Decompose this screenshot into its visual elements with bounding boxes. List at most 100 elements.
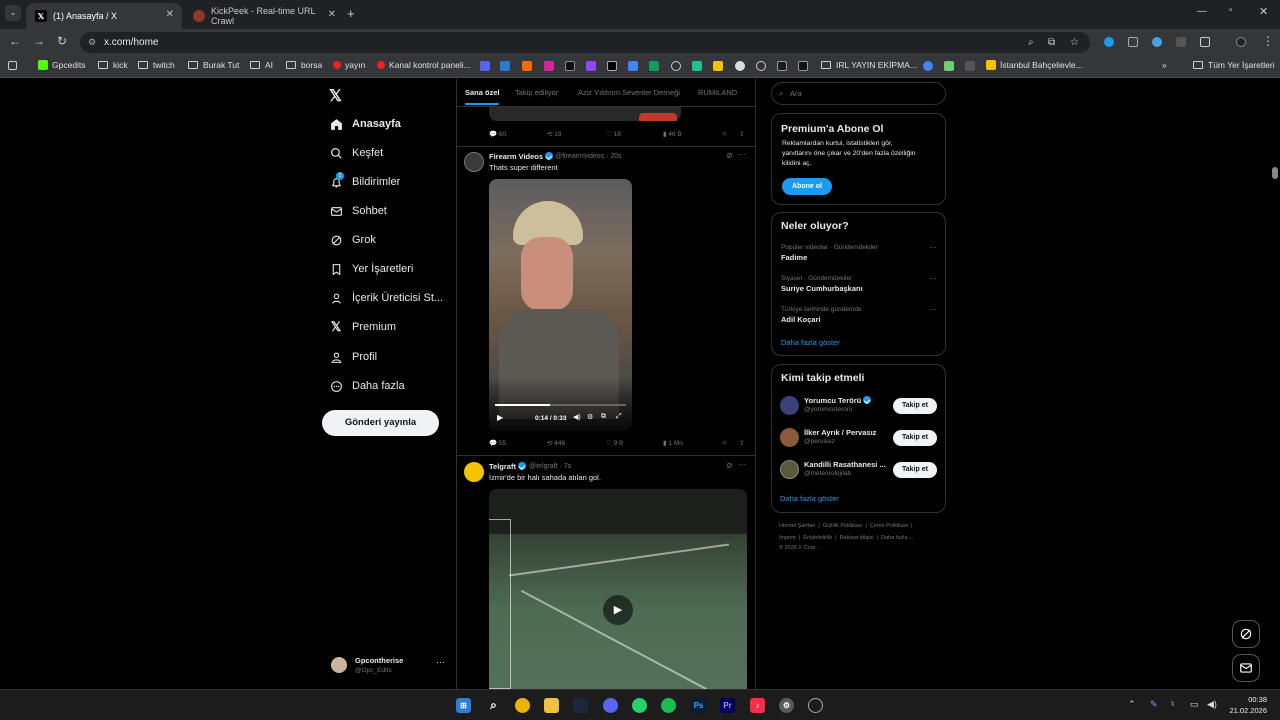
window-close-button[interactable]: ✕ bbox=[1259, 5, 1268, 18]
x-logo-icon[interactable]: 𝕏 bbox=[329, 86, 342, 106]
bookmark-icon[interactable] bbox=[500, 61, 510, 71]
bookmark-icon[interactable] bbox=[692, 61, 702, 71]
more-dots-icon[interactable]: ··· bbox=[929, 274, 937, 283]
file-explorer-icon[interactable] bbox=[544, 698, 559, 713]
nav-home[interactable]: Anasayfa bbox=[329, 114, 401, 134]
close-icon[interactable]: ✕ bbox=[328, 9, 336, 20]
settings-icon[interactable]: ⚙ bbox=[779, 698, 794, 713]
grok-analyze-icon[interactable]: ⊘ bbox=[726, 151, 733, 160]
footer-link[interactable]: Imprint | Erişilebilirlik | Reklam bilgi… bbox=[779, 535, 914, 541]
bookmark-kanal-kontrol[interactable]: Kanal kontrol paneli... bbox=[377, 60, 471, 70]
nav-more[interactable]: Daha fazla bbox=[329, 376, 405, 396]
site-info-icon[interactable]: ⚙ bbox=[88, 32, 96, 53]
minimize-button[interactable]: — bbox=[1197, 6, 1207, 17]
chatgpt-icon[interactable] bbox=[735, 61, 745, 71]
spotify-icon[interactable] bbox=[661, 698, 676, 713]
microphone-icon[interactable]: ♮ bbox=[1171, 699, 1174, 710]
follow-button[interactable]: Takip et bbox=[893, 462, 937, 478]
repost-action[interactable]: ⟲ 446 bbox=[547, 439, 565, 447]
repost-action[interactable]: ⟲ 19 bbox=[547, 130, 562, 138]
tray-chevron-icon[interactable]: ⌃ bbox=[1128, 699, 1136, 710]
bookmark-kick[interactable]: kick bbox=[98, 60, 128, 70]
bookmark-icon[interactable] bbox=[944, 61, 954, 71]
extension-icon[interactable] bbox=[1152, 37, 1162, 47]
bookmark-ai[interactable]: AI bbox=[250, 60, 273, 70]
extension-icon[interactable] bbox=[1176, 37, 1186, 47]
photoshop-icon[interactable]: Ps bbox=[691, 698, 706, 713]
tab-following[interactable]: Takip ediliyor bbox=[515, 88, 558, 97]
apps-grid-icon[interactable] bbox=[8, 61, 17, 70]
post-button[interactable]: Gönderi yayınla bbox=[322, 410, 439, 436]
tab-community-aziz[interactable]: Aziz Yıldırım Sevenler Derneği bbox=[578, 88, 680, 97]
twitch-icon[interactable] bbox=[586, 61, 596, 71]
post-video[interactable]: ▶ 0:14 / 0:33 ◀) ⚙ ⧉ ⤢ bbox=[489, 179, 632, 431]
video-progress[interactable] bbox=[495, 404, 626, 406]
install-icon[interactable]: ⧉ bbox=[1048, 32, 1055, 53]
tab-x-home[interactable]: 𝕏 (1) Anasayfa / X ✕ bbox=[26, 3, 182, 29]
share-icon[interactable]: ⇪ bbox=[739, 439, 744, 447]
views-action[interactable]: ▮ 1 Mn bbox=[663, 439, 683, 447]
volume-icon[interactable]: ◀) bbox=[1207, 699, 1217, 710]
all-bookmarks[interactable]: Tüm Yer İşaretleri bbox=[1193, 60, 1275, 70]
clock[interactable]: 00:38 21.02.2026 bbox=[1229, 695, 1267, 715]
steam-icon[interactable] bbox=[573, 698, 588, 713]
zoom-icon[interactable]: ⌕ bbox=[1028, 32, 1034, 53]
post-more-dots-icon[interactable]: ··· bbox=[738, 150, 746, 159]
search-input[interactable]: ⌕ Ara bbox=[771, 82, 946, 105]
reload-icon[interactable]: ↻ bbox=[57, 34, 67, 48]
new-tab-button[interactable]: + bbox=[347, 6, 355, 21]
reply-action[interactable]: 💬 55 bbox=[489, 439, 506, 447]
bookmark-borsa[interactable]: borsa bbox=[286, 60, 322, 70]
gemini-icon[interactable] bbox=[923, 61, 933, 71]
bookmark-icon[interactable] bbox=[798, 61, 808, 71]
menu-dots-icon[interactable]: ⋮ bbox=[1262, 34, 1274, 48]
docs-icon[interactable] bbox=[628, 61, 638, 71]
close-icon[interactable]: ✕ bbox=[166, 9, 174, 20]
star-icon[interactable]: ☆ bbox=[1070, 32, 1079, 53]
x-logo-icon[interactable] bbox=[607, 61, 617, 71]
chrome-icon[interactable] bbox=[515, 698, 530, 713]
footer-link[interactable]: Hizmet Şartları | Gizlilik Politikası | … bbox=[779, 523, 913, 529]
grok-analyze-icon[interactable]: ⊘ bbox=[726, 461, 733, 470]
more-dots-icon[interactable]: ··· bbox=[929, 305, 937, 314]
post-more-dots-icon[interactable]: ··· bbox=[738, 460, 746, 469]
more-dots-icon[interactable]: ··· bbox=[929, 243, 937, 252]
settings-icon[interactable]: ⚙ bbox=[587, 413, 593, 421]
tab-for-you[interactable]: Sana özel bbox=[465, 88, 500, 97]
fullscreen-icon[interactable]: ⤢ bbox=[616, 413, 622, 421]
subscribe-button[interactable]: Abone ol bbox=[782, 178, 832, 195]
nav-explore[interactable]: Keşfet bbox=[329, 143, 383, 163]
bookmark-icon[interactable] bbox=[713, 61, 723, 71]
sheets-icon[interactable] bbox=[649, 61, 659, 71]
bookmark-action-icon[interactable]: ⌑ bbox=[723, 130, 726, 138]
post-video[interactable]: ▶ bbox=[489, 489, 747, 689]
nav-premium[interactable]: 𝕏 Premium bbox=[329, 317, 396, 337]
discord-icon[interactable] bbox=[603, 698, 618, 713]
previous-post-media[interactable] bbox=[489, 107, 681, 121]
bookmark-istanbul[interactable]: İstanbul Bahçelievle... bbox=[986, 60, 1083, 70]
bookmark-yayin[interactable]: yayın bbox=[333, 60, 365, 70]
tray-app-icon[interactable]: ✎ bbox=[1150, 699, 1158, 710]
grok-icon[interactable] bbox=[756, 61, 766, 71]
share-icon[interactable]: ⇪ bbox=[739, 130, 744, 138]
more-bookmarks-chevron-icon[interactable]: » bbox=[1162, 60, 1167, 70]
network-icon[interactable]: ▭ bbox=[1190, 699, 1199, 710]
views-action[interactable]: ▮ 46 B bbox=[663, 130, 682, 138]
like-action[interactable]: ♡ 9 B bbox=[606, 439, 623, 447]
bookmark-icon[interactable] bbox=[522, 61, 532, 71]
nav-grok[interactable]: Grok bbox=[329, 230, 376, 250]
forward-icon[interactable]: → bbox=[33, 34, 45, 48]
play-icon[interactable]: ▶ bbox=[497, 413, 503, 422]
instagram-icon[interactable] bbox=[544, 61, 554, 71]
app-icon[interactable] bbox=[808, 698, 823, 713]
pip-icon[interactable]: ⧉ bbox=[601, 413, 606, 421]
grok-float-button[interactable] bbox=[1232, 620, 1260, 648]
bookmark-action-icon[interactable]: ⌑ bbox=[723, 439, 726, 447]
extensions-puzzle-icon[interactable] bbox=[1200, 37, 1210, 47]
bookmark-icon[interactable] bbox=[965, 61, 975, 71]
tab-search-button[interactable]: ⌄ bbox=[5, 5, 21, 21]
music-icon[interactable]: ♪ bbox=[750, 698, 765, 713]
bookmark-icon[interactable] bbox=[480, 61, 490, 71]
bookmark-irl-yayin[interactable]: IRL YAYIN EKİPMA... bbox=[821, 60, 917, 70]
reply-action[interactable]: 💬 60 bbox=[489, 130, 506, 138]
